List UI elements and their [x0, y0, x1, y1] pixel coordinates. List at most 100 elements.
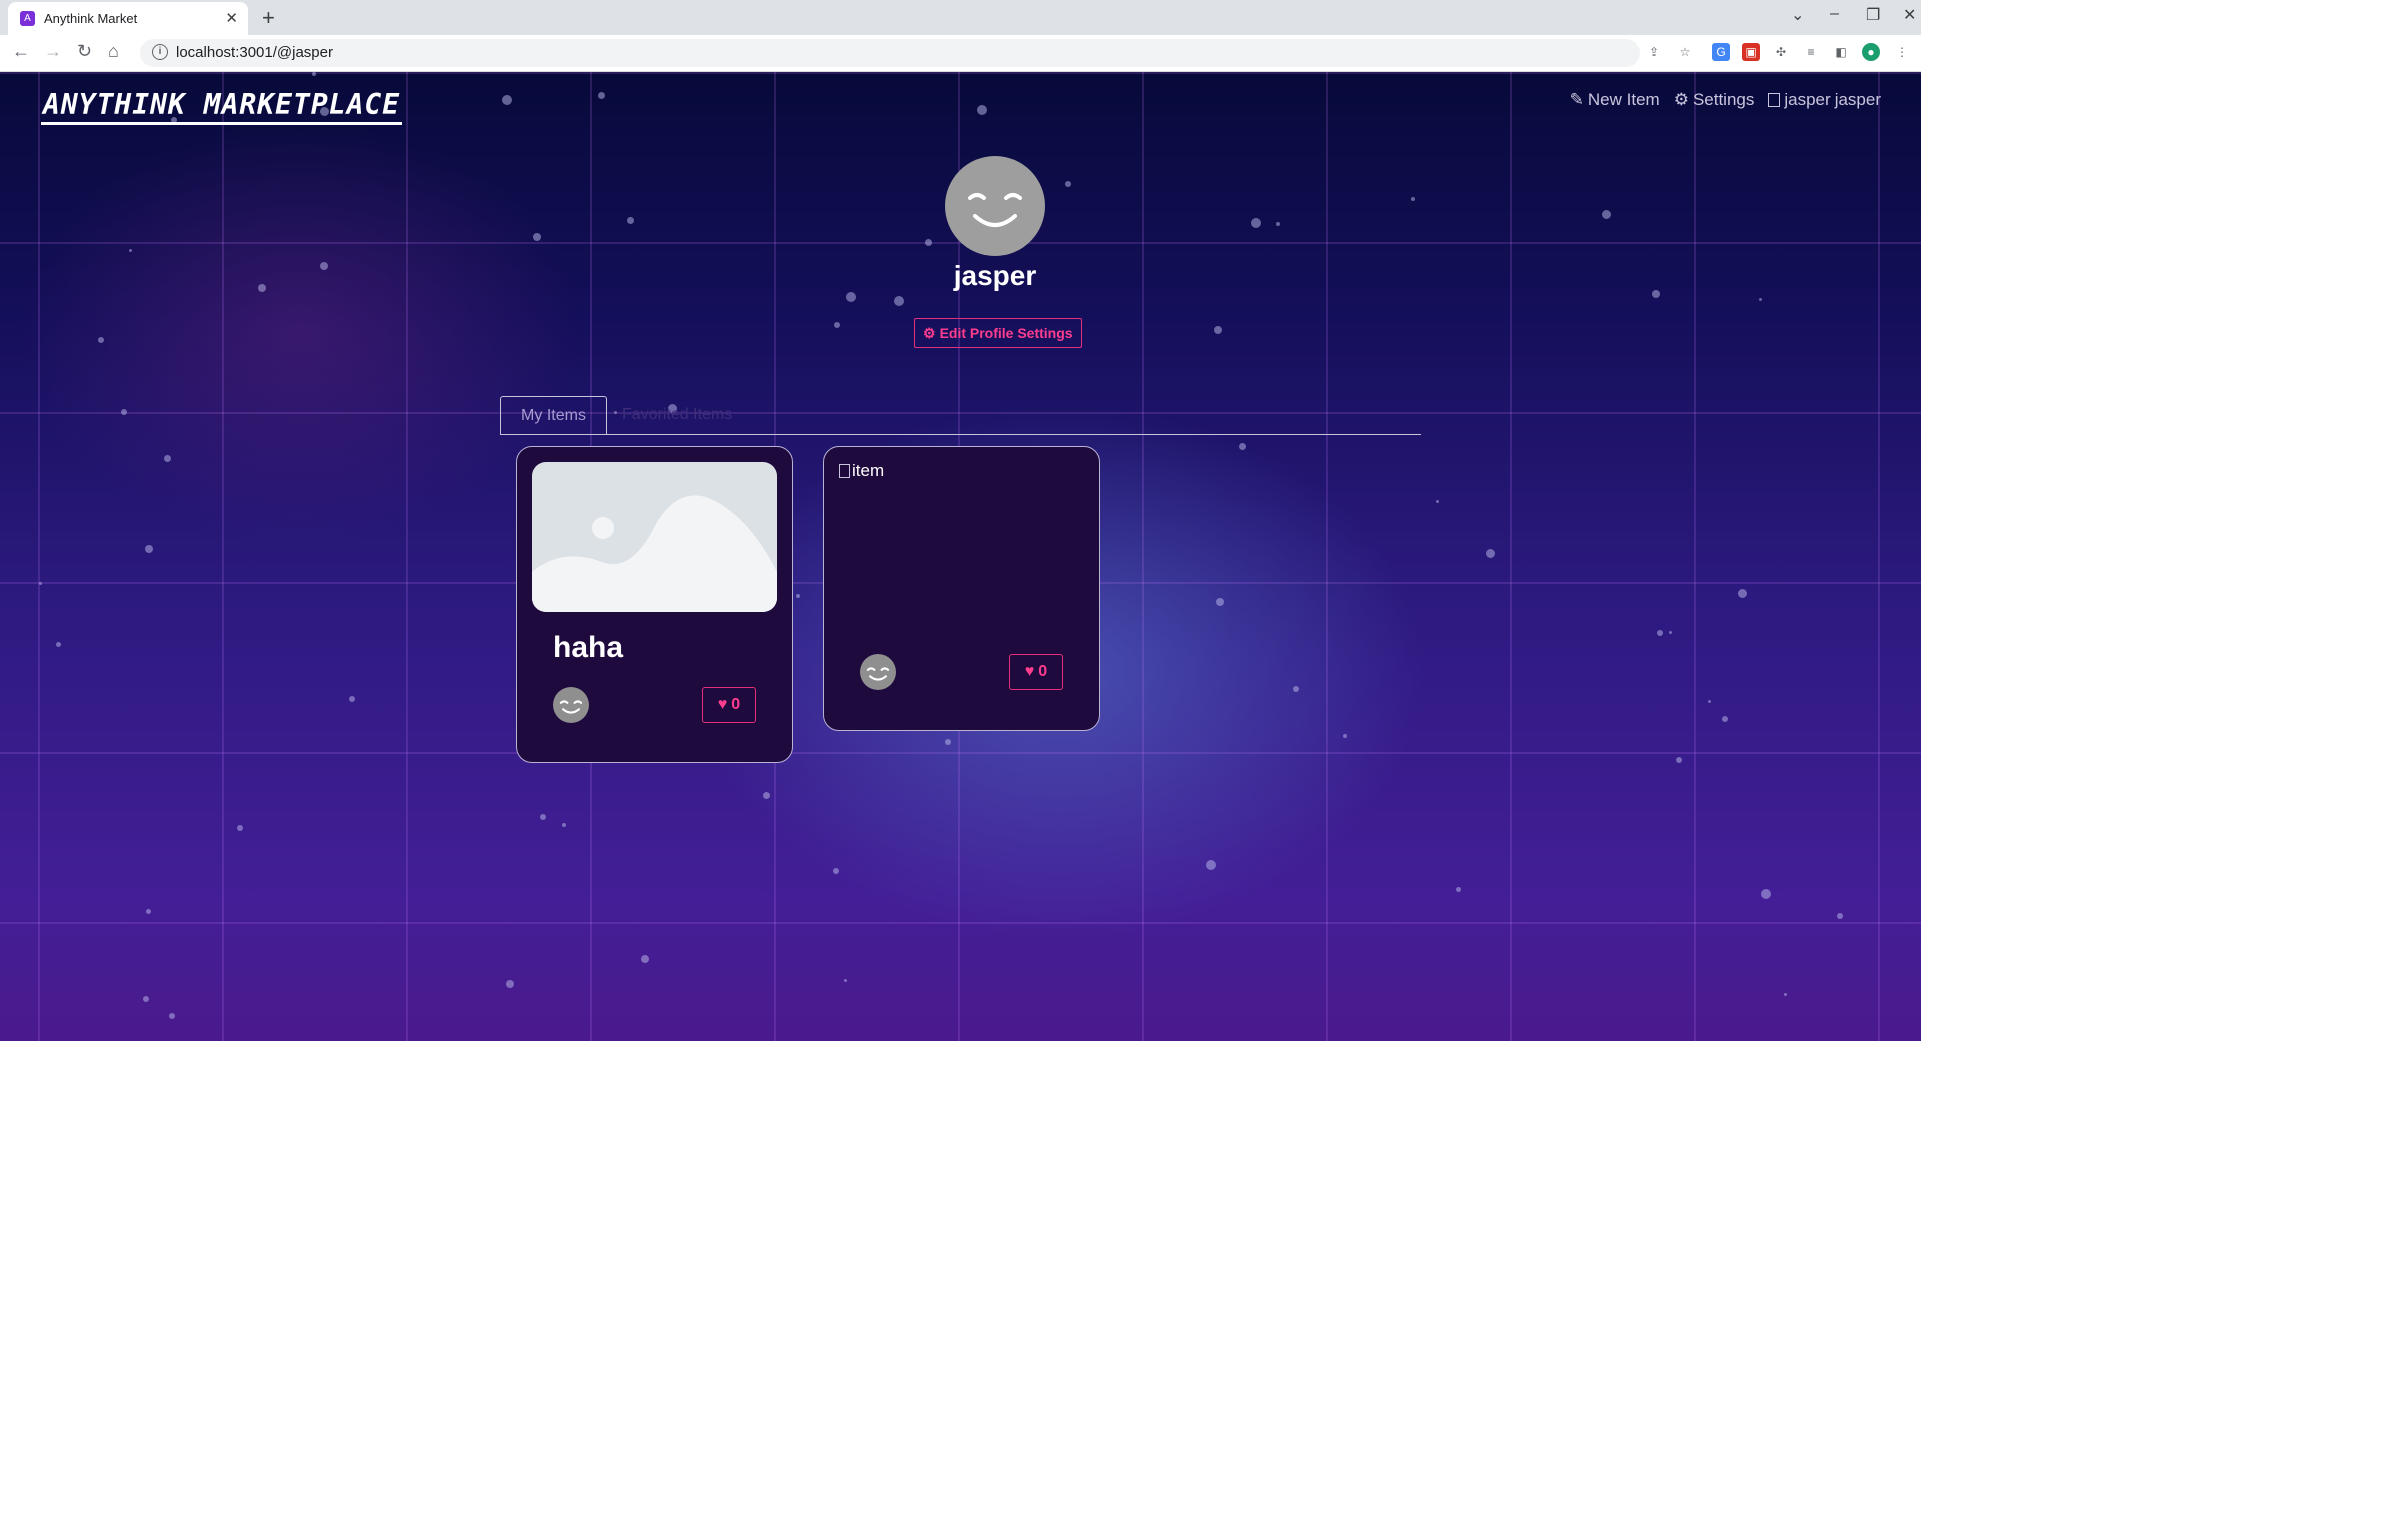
window-close-icon[interactable]: ✕	[1903, 5, 1916, 25]
new-tab-icon[interactable]: +	[262, 5, 275, 31]
address-bar[interactable]: i localhost:3001/@jasper	[140, 39, 1640, 67]
background-star	[1343, 734, 1347, 738]
background-star	[506, 980, 514, 988]
back-icon[interactable]: ←	[12, 41, 30, 62]
favorite-button[interactable]: ♥ 0	[702, 687, 756, 723]
edit-profile-label: Edit Profile Settings	[939, 325, 1073, 341]
background-star	[1214, 326, 1222, 334]
background-star	[1436, 500, 1439, 503]
background-star	[562, 823, 566, 827]
broken-image-icon	[839, 464, 850, 478]
seller-avatar[interactable]	[553, 687, 589, 723]
url-text: localhost:3001/@jasper	[176, 44, 333, 61]
nav-new-item-label: New Item	[1587, 90, 1660, 109]
background-star	[533, 233, 541, 241]
restore-icon[interactable]: ❐	[1866, 5, 1880, 25]
page-content: ANYTHINK MARKETPLACE ✎ New Item ⚙ Settin…	[0, 72, 1921, 1041]
background-star	[796, 594, 800, 598]
bookmark-star-icon[interactable]: ☆	[1676, 43, 1694, 61]
nav-user-label: jasper	[1834, 90, 1881, 109]
background-star	[258, 284, 266, 292]
background-star	[146, 909, 151, 914]
browser-tab[interactable]: A Anythink Market ✕	[8, 2, 248, 35]
favorite-count: 0	[731, 696, 741, 713]
background-star	[1669, 631, 1672, 634]
favorite-button[interactable]: ♥ 0	[1009, 654, 1063, 690]
favicon-icon: A	[20, 11, 35, 26]
image-placeholder-icon	[532, 495, 777, 612]
nav-settings[interactable]: ⚙ Settings	[1674, 90, 1755, 110]
background-star	[598, 92, 605, 99]
background-star	[1676, 757, 1682, 763]
item-card[interactable]: item ♥ 0	[823, 446, 1100, 731]
home-icon[interactable]: ⌂	[108, 41, 119, 62]
profile-avatar	[945, 156, 1045, 256]
background-star	[1276, 222, 1280, 226]
background-star	[1065, 181, 1071, 187]
background-star	[320, 262, 328, 270]
browser-tabstrip: A Anythink Market ✕ + ⌄ – ❐ ✕	[0, 0, 1921, 35]
site-logo[interactable]: ANYTHINK MARKETPLACE	[41, 88, 403, 125]
profile-avatar-icon[interactable]: ●	[1862, 43, 1880, 61]
tab-my-items[interactable]: My Items	[500, 396, 607, 434]
background-star	[1251, 218, 1261, 228]
background-star	[1206, 860, 1216, 870]
extensions-puzzle-icon[interactable]: ✣	[1772, 43, 1790, 61]
background-star	[1722, 716, 1728, 722]
background-star	[846, 292, 856, 302]
background-star	[237, 825, 243, 831]
background-star	[1652, 290, 1660, 298]
background-star	[121, 409, 127, 415]
side-panel-icon[interactable]: ◧	[1832, 43, 1850, 61]
background-star	[1708, 700, 1711, 703]
background-star	[945, 739, 951, 745]
tab-title: Anythink Market	[44, 11, 138, 26]
item-image-alt: item	[852, 461, 885, 480]
background-star	[169, 1013, 175, 1019]
background-star	[1486, 549, 1495, 558]
background-star	[1293, 686, 1299, 692]
gear-icon: ⚙	[1673, 90, 1689, 109]
reload-icon[interactable]: ↻	[77, 41, 92, 62]
nav-user[interactable]: jasper jasper	[1768, 90, 1881, 110]
tab-close-icon[interactable]: ✕	[225, 9, 238, 27]
smile-face-icon	[559, 700, 583, 714]
site-info-icon[interactable]: i	[152, 44, 168, 60]
background-star	[540, 814, 546, 820]
forward-icon[interactable]: →	[44, 41, 62, 62]
background-star	[627, 217, 634, 224]
background-star	[1761, 889, 1771, 899]
background-star	[129, 249, 132, 252]
browser-toolbar: ← → ↻ ⌂ i localhost:3001/@jasper ⇪ ☆ G ▣…	[0, 35, 1921, 72]
translate-extension-icon[interactable]: G	[1712, 43, 1730, 61]
smile-face-icon	[866, 667, 890, 681]
share-icon[interactable]: ⇪	[1645, 43, 1663, 61]
favorite-count: 0	[1038, 663, 1048, 680]
seller-avatar[interactable]	[860, 654, 896, 690]
background-star	[641, 955, 649, 963]
nav-new-item[interactable]: ✎ New Item	[1570, 90, 1660, 110]
background-star	[977, 105, 987, 115]
tab-search-icon[interactable]: ⌄	[1791, 5, 1804, 25]
edit-icon: ✎	[1569, 90, 1584, 109]
background-star	[1837, 913, 1843, 919]
background-star	[1216, 598, 1224, 606]
background-star	[164, 455, 171, 462]
background-star	[1738, 589, 1747, 598]
item-card[interactable]: haha ♥ 0	[516, 446, 793, 763]
browser-menu-icon[interactable]: ⋮	[1893, 43, 1911, 61]
smile-face-icon	[968, 193, 1022, 227]
profile-tabs: My Items Favorited Items	[500, 396, 1421, 435]
item-placeholder-image	[532, 462, 777, 612]
background-star	[502, 95, 512, 105]
item-image-broken: item	[839, 461, 884, 481]
profile-username: jasper	[953, 260, 1037, 291]
edit-profile-button[interactable]: ⚙ Edit Profile Settings	[914, 318, 1082, 348]
minimize-icon[interactable]: –	[1830, 5, 1839, 23]
background-star	[56, 642, 61, 647]
item-title[interactable]: haha	[553, 631, 623, 665]
heart-icon: ♥	[717, 696, 728, 713]
tab-favorited-items[interactable]: Favorited Items	[622, 396, 732, 433]
reading-list-icon[interactable]: ≡	[1802, 43, 1820, 61]
extension-icon[interactable]: ▣	[1742, 43, 1760, 61]
